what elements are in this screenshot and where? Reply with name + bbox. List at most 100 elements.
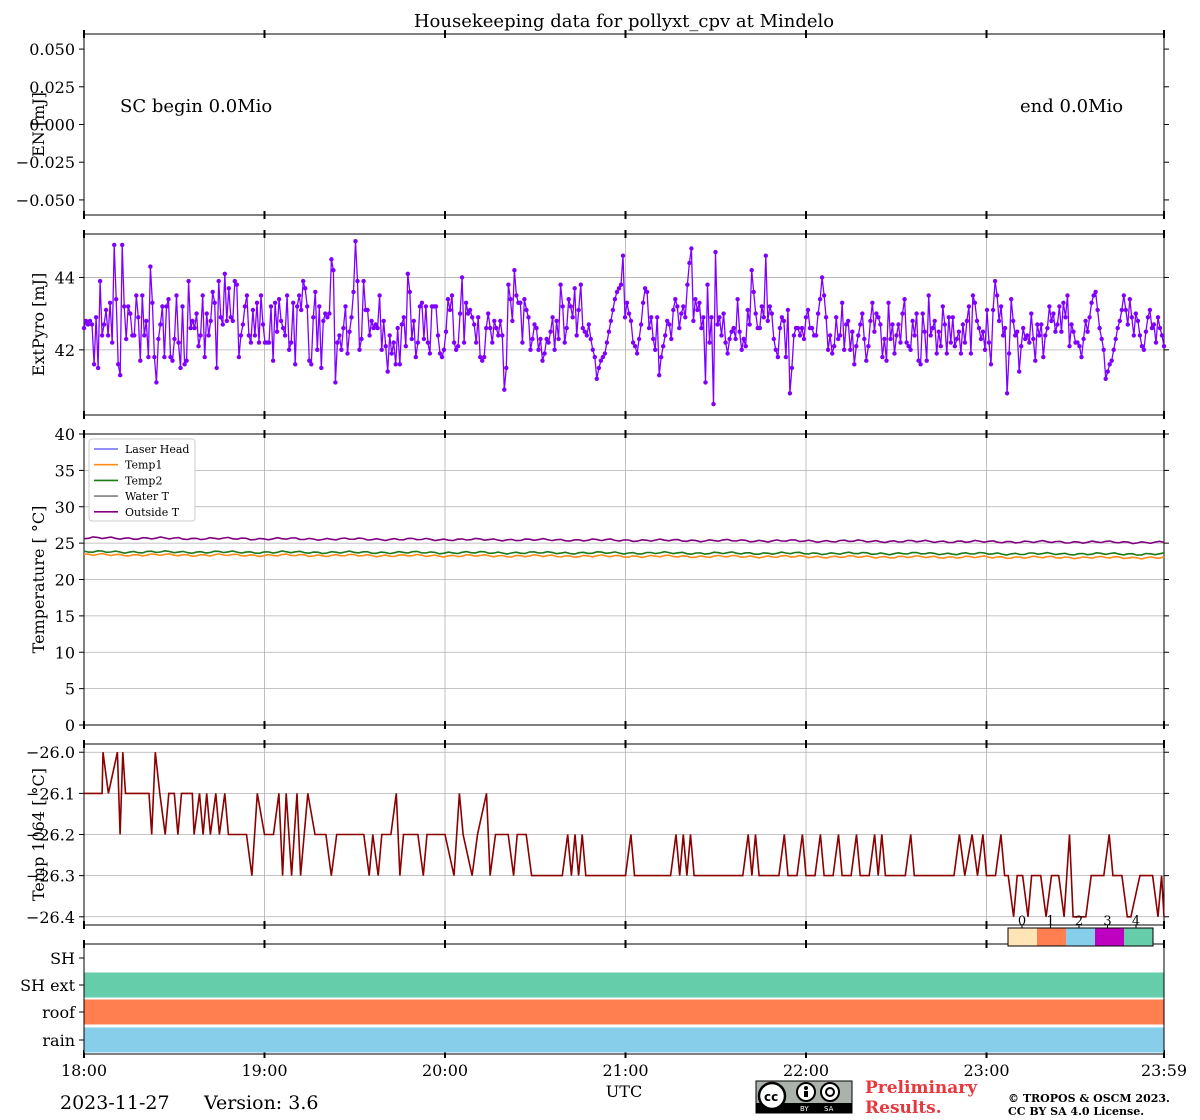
data-point [1035,322,1040,327]
data-point [958,351,964,356]
data-point [81,325,87,331]
data-point [403,344,408,349]
data-point [512,268,517,273]
footer-version: Version: 3.6 [203,1092,318,1114]
y-tick-label: 15 [55,607,75,626]
data-point [530,336,535,342]
data-point [781,318,787,324]
data-point [717,315,722,320]
data-point [146,354,151,360]
data-point [948,340,953,345]
data-point [992,278,998,284]
data-point [775,354,781,360]
data-point [445,297,451,302]
data-point [683,315,688,320]
data-point [767,304,772,309]
copyright-line-1: © TROPOS & OSCM 2023. [1008,1092,1170,1105]
data-point [303,286,308,291]
data-point [934,351,939,356]
data-point [397,362,402,367]
data-point [455,344,461,349]
data-point [184,358,189,363]
y-tick-label: −26.4 [26,908,75,927]
data-point [355,278,360,284]
data-point [886,300,891,305]
data-point [415,340,421,345]
data-point [289,340,294,345]
data-point [1123,307,1129,313]
data-point [1000,333,1006,338]
annotation-sc-begin: SC begin 0.0Mio [120,96,272,117]
data-point [944,351,949,356]
data-point [180,304,185,309]
data-point [1081,336,1086,342]
data-point [260,322,266,327]
data-point [1002,325,1008,331]
data-point [638,322,644,327]
data-point [1125,322,1131,327]
data-point [413,354,418,360]
data-point [1121,293,1127,298]
data-point [293,362,298,367]
data-point [773,347,778,352]
data-point [1155,315,1161,320]
data-point [461,340,467,345]
data-point [214,365,219,371]
data-point [222,271,227,276]
data-point [299,307,304,313]
data-point [122,304,127,309]
data-point [1041,354,1046,360]
data-point [156,336,161,342]
data-point [178,365,183,371]
colorbar-tick-label: 1 [1046,914,1054,929]
data-point [282,333,288,338]
panel-1: 0.0500.0250.000−0.025−0.050EN [mJ] SC beg… [16,30,1169,219]
data-point [492,318,497,324]
data-point [894,333,899,338]
data-point [880,354,885,360]
data-point [276,297,282,302]
data-point [1083,318,1088,324]
data-point [1103,376,1108,381]
data-point [705,282,710,287]
data-point [741,336,746,342]
data-point [640,300,646,305]
data-point [1079,354,1084,360]
data-point [419,300,425,305]
data-point [441,347,447,352]
data-point [701,315,706,320]
data-point [854,344,859,349]
data-point [295,304,300,309]
data-point [856,333,861,338]
data-point [216,278,221,284]
data-point [942,322,947,327]
data-point [994,293,1000,298]
data-point [803,315,809,320]
data-point [618,282,624,287]
data-point [208,318,213,324]
data-point [946,315,951,320]
data-point [723,340,728,345]
data-point [797,333,803,338]
x-tick-label: 21:00 [602,1061,648,1080]
data-point [1109,358,1114,363]
data-point [671,307,676,313]
data-point [395,325,400,331]
data-point [274,329,280,334]
colorbar-tick-label: 2 [1075,914,1083,929]
data-point [556,336,561,342]
data-point [817,297,823,302]
data-point [472,322,477,327]
data-point [960,322,966,327]
data-point [695,307,700,313]
data-point [693,297,698,302]
data-point [375,325,380,331]
data-point [938,344,943,349]
data-point [365,307,370,313]
data-point [110,340,115,345]
data-point [1153,340,1159,345]
data-point [198,333,203,338]
y-tick-label: 40 [55,425,75,444]
data-point [970,293,976,298]
data-point [685,282,690,287]
